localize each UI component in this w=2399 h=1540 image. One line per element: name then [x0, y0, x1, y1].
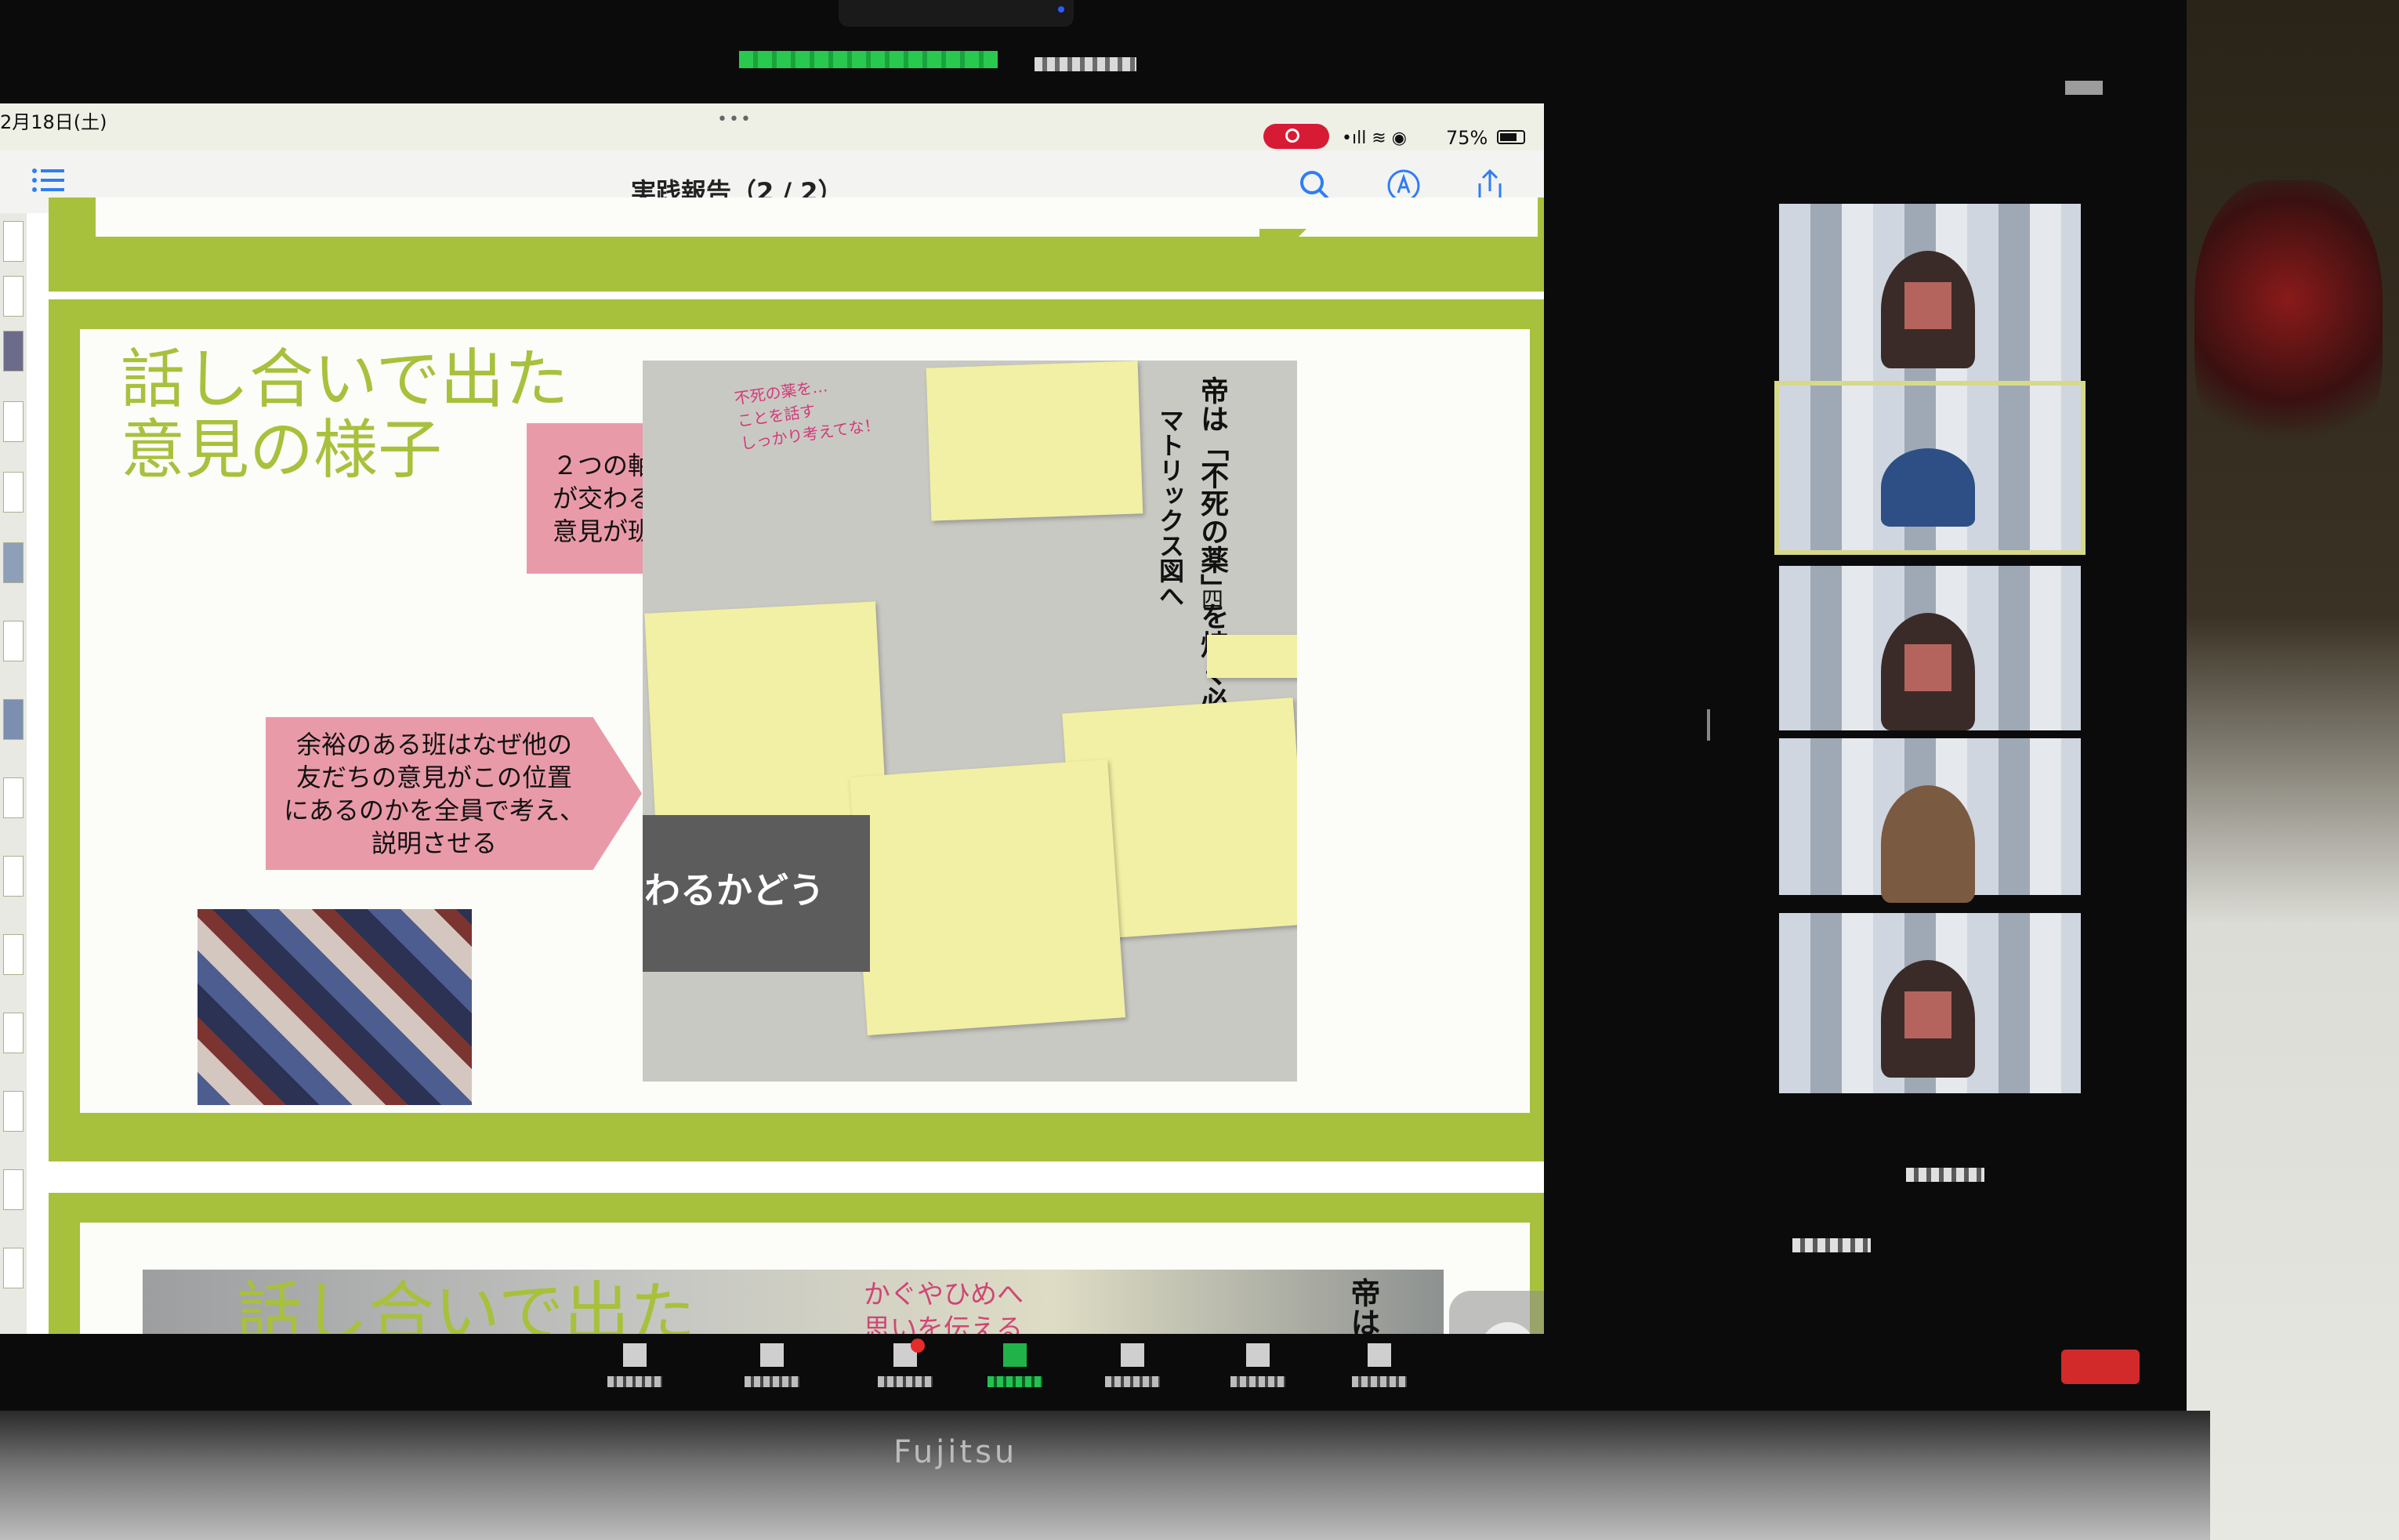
record-button[interactable] — [1097, 1343, 1168, 1400]
list-icon[interactable] — [31, 166, 66, 194]
webcam — [839, 0, 1074, 27]
end-meeting-button[interactable] — [2061, 1350, 2140, 1384]
webcam-light-icon — [1058, 6, 1064, 13]
laptop-keyboard — [0, 1411, 2210, 1540]
share-screen-button[interactable] — [980, 1343, 1050, 1400]
participant-video[interactable] — [1779, 204, 2081, 384]
photo-heading: 帝は — [1346, 1277, 1380, 1334]
page-thumbnail[interactable] — [3, 777, 24, 818]
decoration — [2194, 180, 2383, 478]
ipad-status-bar: 2月18日(土) ••• •ıll ≋ ◉ 75% — [0, 103, 1544, 150]
sticky-note — [849, 759, 1126, 1036]
page-thumbnails[interactable] — [0, 213, 28, 1334]
pdf-document[interactable]: 話し合いで出た 意見の様子 ２つの軸の条件 が交わる最適な 意見が班の意見 余裕… — [27, 197, 1544, 1334]
slide-content: 話し合いで出た 意見の様子② かぐやひめへ 思いを伝える ために 帝は — [80, 1223, 1530, 1334]
slide-title: 話し合いで出た 意見の様子 — [121, 342, 569, 487]
meeting-info — [1035, 57, 1136, 71]
gallery-scroll-handle[interactable] — [1707, 709, 1710, 741]
handwritten-annotation: かぐやひめへ 思いを伝える ために — [864, 1279, 1024, 1334]
assistive-touch-button[interactable] — [1449, 1291, 1544, 1334]
participant-count — [1906, 1168, 1984, 1182]
participant-name — [1792, 1238, 1871, 1252]
sticky-note — [1207, 635, 1297, 678]
view-button[interactable] — [2065, 81, 2103, 95]
reactions-button[interactable] — [1223, 1343, 1293, 1400]
page-thumbnail[interactable] — [3, 856, 24, 897]
page-thumbnail[interactable] — [3, 699, 24, 740]
laptop-logo: Fujitsu — [893, 1434, 1018, 1470]
page-thumbnail[interactable] — [3, 934, 24, 975]
participant-video[interactable] — [1774, 381, 2086, 555]
photo-number: 四 — [1198, 588, 1224, 610]
mute-button[interactable] — [600, 1343, 670, 1400]
meeting-controls — [0, 1334, 2187, 1411]
more-button[interactable] — [1344, 1343, 1415, 1400]
slide: 話し合いで出た 意見の様子 ２つの軸の条件 が交わる最適な 意見が班の意見 余裕… — [49, 299, 1544, 1161]
photo-subheading: マトリックス図へ — [1155, 408, 1185, 608]
participant-video[interactable] — [1779, 738, 2081, 903]
wifi-icon: •ıll ≋ ◉ — [1342, 129, 1407, 148]
participant-video[interactable] — [1779, 913, 2081, 1093]
page-thumbnail[interactable] — [3, 1169, 24, 1210]
page-thumbnail[interactable] — [3, 472, 24, 513]
previous-slide — [49, 197, 1544, 292]
video-button[interactable] — [737, 1343, 807, 1400]
page-thumbnail[interactable] — [3, 401, 24, 442]
whiteboard-photo: 不死の薬を… ことを話す しっかり考えてな！ 帝は「不死の薬」を焼く必要が マト… — [643, 361, 1297, 1082]
battery-percent: 75% — [1446, 127, 1488, 149]
battery-icon — [1497, 130, 1525, 144]
participants-button[interactable] — [870, 1339, 940, 1400]
slide-title: 話し合いで出た 意見の様子② — [237, 1274, 696, 1334]
page-thumbnail[interactable] — [3, 276, 24, 317]
active-speaker-indicator — [739, 51, 998, 68]
banner-text: わるかどう — [644, 869, 824, 911]
sticky-note — [926, 361, 1143, 521]
shared-screen: 2月18日(土) ••• •ıll ≋ ◉ 75% 実践報告（2 / 2） 話し… — [0, 103, 1544, 1334]
page-thumbnail[interactable] — [3, 1013, 24, 1053]
participant-video[interactable] — [1779, 566, 2081, 730]
page-thumbnail[interactable] — [3, 1091, 24, 1132]
multitask-dots[interactable]: ••• — [717, 110, 752, 129]
handwritten-annotation: 不死の薬を… ことを話す しっかり考えてな！ — [733, 376, 882, 454]
photo-banner: わるかどう — [643, 815, 870, 972]
record-icon — [1263, 124, 1329, 149]
status-date: 2月18日(土) — [0, 111, 107, 133]
page-thumbnail[interactable] — [3, 221, 24, 262]
next-slide: 話し合いで出た 意見の様子② かぐやひめへ 思いを伝える ために 帝は — [49, 1193, 1544, 1334]
callout-arrow: 余裕のある班はなぜ他の 友だちの意見がこの位置 にあるのかを全員で考え、 説明さ… — [266, 717, 642, 870]
slide-content: 話し合いで出た 意見の様子 ２つの軸の条件 が交わる最適な 意見が班の意見 余裕… — [80, 329, 1530, 1113]
callout-text: 余裕のある班はなぜ他の 友だちの意見がこの位置 にあるのかを全員で考え、 説明さ… — [283, 729, 585, 858]
page-thumbnail[interactable] — [3, 542, 24, 583]
page-thumbnail[interactable] — [3, 621, 24, 661]
classroom-photo — [198, 909, 472, 1105]
page-thumbnail[interactable] — [3, 1248, 24, 1288]
page-thumbnail[interactable] — [3, 331, 24, 371]
